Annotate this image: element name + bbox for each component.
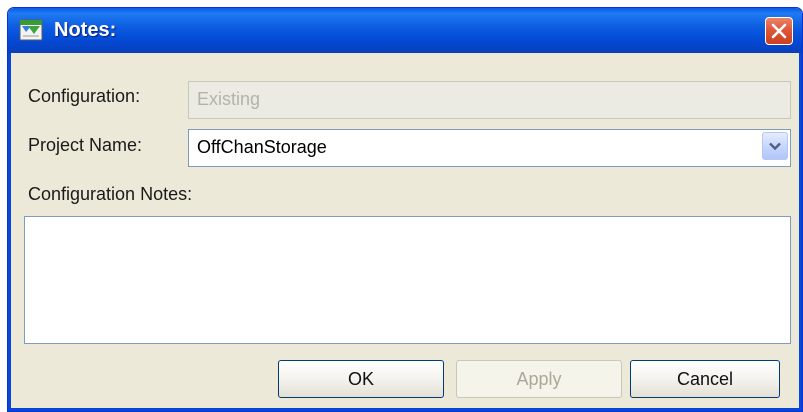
configuration-label: Configuration: xyxy=(28,86,141,106)
configuration-notes-label: Configuration Notes: xyxy=(28,184,193,204)
apply-button[interactable]: Apply xyxy=(456,360,622,398)
project-name-label: Project Name: xyxy=(28,135,143,155)
project-name-value: OffChanStorage xyxy=(197,137,327,157)
window-frame-left xyxy=(8,53,11,411)
window-frame-bottom xyxy=(8,408,802,411)
window-frame-right xyxy=(799,53,802,411)
chevron-down-icon xyxy=(769,142,781,151)
project-name-dropdown[interactable]: OffChanStorage xyxy=(188,129,791,167)
notes-app-icon xyxy=(19,18,44,42)
close-icon xyxy=(771,23,787,39)
configuration-field: Existing xyxy=(188,81,791,119)
configuration-notes-textarea[interactable] xyxy=(24,216,791,344)
title-bar[interactable]: Notes: xyxy=(8,8,802,53)
cancel-button[interactable]: Cancel xyxy=(630,360,780,398)
close-button[interactable] xyxy=(765,17,793,45)
notes-dialog: Notes: Configuration: Existing Project N… xyxy=(7,7,803,412)
window-title: Notes: xyxy=(54,19,117,41)
dropdown-button[interactable] xyxy=(762,132,788,160)
ok-button[interactable]: OK xyxy=(278,360,444,398)
configuration-value: Existing xyxy=(197,89,261,109)
